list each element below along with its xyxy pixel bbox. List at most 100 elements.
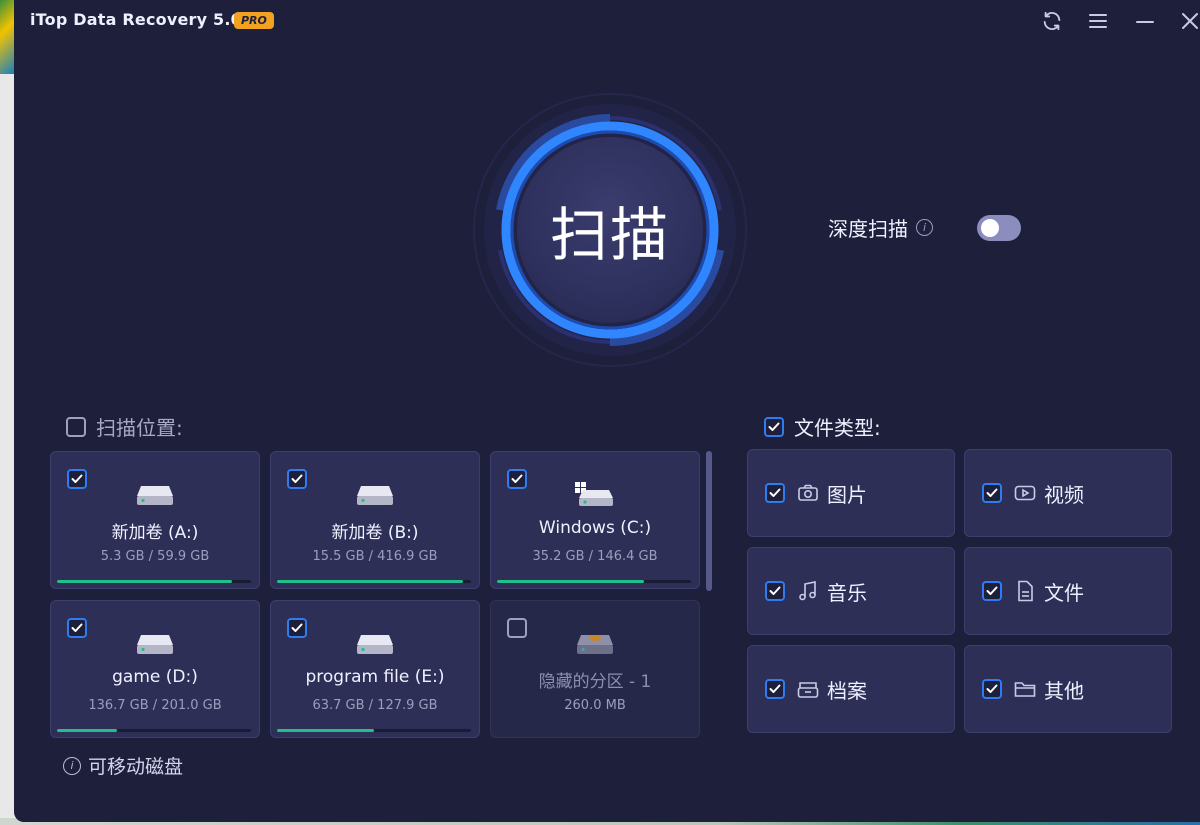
hard-drive-icon — [357, 635, 393, 654]
menu-button[interactable] — [1084, 8, 1112, 34]
file-type-pictures[interactable]: 图片 — [747, 449, 955, 537]
removable-disk-link[interactable]: i 可移动磁盘 — [63, 752, 183, 779]
drive-checkbox[interactable] — [287, 618, 307, 638]
scan-location-checkbox[interactable] — [66, 416, 86, 437]
refresh-icon — [1043, 11, 1061, 31]
drive-size: 260.0 MB — [564, 698, 626, 713]
file-type-label: 图片 — [827, 482, 867, 507]
file-type-music[interactable]: 音乐 — [747, 547, 955, 635]
hard-drive-icon — [357, 486, 393, 505]
drive-name: game (D:) — [112, 667, 198, 687]
checkmark-icon — [769, 684, 781, 693]
drive-size: 15.5 GB / 416.9 GB — [312, 549, 438, 564]
file-types-header: 文件类型: — [764, 412, 881, 441]
checkmark-icon — [511, 474, 523, 483]
drive-checkbox[interactable] — [507, 618, 527, 638]
checkmark-icon — [768, 422, 780, 431]
close-button[interactable] — [1176, 8, 1200, 34]
hidden-partition-icon — [577, 635, 613, 654]
drive-card-b[interactable]: 新加卷 (B:) 15.5 GB / 416.9 GB — [270, 451, 480, 589]
drive-list: 新加卷 (A:) 5.3 GB / 59.9 GB 新加卷 (B:) 15.5 … — [50, 451, 702, 741]
drive-card-e[interactable]: program file (E:) 63.7 GB / 127.9 GB — [270, 600, 480, 738]
checkmark-icon — [291, 623, 303, 632]
drive-checkbox[interactable] — [67, 469, 87, 489]
file-type-videos[interactable]: 视频 — [964, 449, 1172, 537]
hamburger-menu-icon — [1089, 14, 1107, 28]
drive-list-scrollbar[interactable] — [706, 451, 712, 739]
pro-badge: PRO — [234, 12, 274, 29]
drive-name: 新加卷 (A:) — [111, 523, 199, 543]
drive-checkbox[interactable] — [67, 618, 87, 638]
archive-icon — [797, 678, 819, 700]
file-types-checkbox[interactable] — [764, 416, 784, 437]
checkmark-icon — [71, 623, 83, 632]
app-title: iTop Data Recovery 5.0 — [30, 10, 242, 29]
deep-scan-label: 深度扫描 — [828, 216, 908, 241]
file-type-checkbox[interactable] — [982, 581, 1002, 601]
hard-drive-icon — [137, 486, 173, 505]
file-type-label: 视频 — [1044, 482, 1084, 507]
scan-location-header: 扫描位置: — [66, 412, 183, 441]
checkmark-icon — [769, 586, 781, 595]
file-type-checkbox[interactable] — [982, 483, 1002, 503]
drive-usage-fill — [277, 729, 374, 732]
camera-icon — [797, 482, 819, 504]
file-type-documents[interactable]: 文件 — [964, 547, 1172, 635]
info-icon: i — [63, 756, 81, 775]
drive-size: 5.3 GB / 59.9 GB — [100, 549, 210, 564]
scan-button[interactable]: 扫描 — [517, 137, 703, 323]
checkmark-icon — [769, 488, 781, 497]
drive-name: program file (E:) — [305, 667, 445, 687]
toggle-knob — [981, 219, 999, 237]
title-bar: iTop Data Recovery 5.0 PRO — [14, 0, 1200, 44]
scan-dial: 扫描 — [470, 90, 750, 370]
close-icon — [1182, 13, 1198, 29]
hard-drive-icon — [137, 635, 173, 654]
file-type-checkbox[interactable] — [765, 483, 785, 503]
file-type-label: 档案 — [827, 678, 867, 703]
refresh-button[interactable] — [1038, 8, 1066, 34]
file-types-grid: 图片 视频 音乐 文件 档案 其他 — [747, 449, 1173, 733]
checkmark-icon — [986, 586, 998, 595]
file-type-checkbox[interactable] — [765, 679, 785, 699]
scan-location-label: 扫描位置: — [96, 416, 183, 440]
music-note-icon — [797, 580, 819, 602]
minimize-icon — [1136, 21, 1154, 23]
checkmark-icon — [986, 684, 998, 693]
scan-button-label: 扫描 — [549, 201, 670, 269]
drive-usage-bar — [57, 729, 251, 732]
deep-scan-setting: 深度扫描 i — [828, 212, 1021, 242]
minimize-button[interactable] — [1131, 8, 1159, 34]
drive-usage-bar — [277, 729, 471, 732]
desktop-thumbnail — [0, 0, 14, 74]
drive-usage-bar — [57, 580, 251, 583]
file-type-others[interactable]: 其他 — [964, 645, 1172, 733]
file-type-archives[interactable]: 档案 — [747, 645, 955, 733]
file-type-checkbox[interactable] — [982, 679, 1002, 699]
drive-name: 新加卷 (B:) — [331, 523, 419, 543]
drive-checkbox[interactable] — [507, 469, 527, 489]
drive-card-c[interactable]: Windows (C:) 35.2 GB / 146.4 GB — [490, 451, 700, 589]
drive-name: Windows (C:) — [538, 518, 652, 538]
drive-usage-bar — [277, 580, 471, 583]
drive-size: 35.2 GB / 146.4 GB — [532, 549, 658, 564]
drive-size: 136.7 GB / 201.0 GB — [88, 698, 222, 713]
drive-card-d[interactable]: game (D:) 136.7 GB / 201.0 GB — [50, 600, 260, 738]
drive-card-a[interactable]: 新加卷 (A:) 5.3 GB / 59.9 GB — [50, 451, 260, 589]
drive-card-hidden-partition[interactable]: 隐藏的分区 - 1 260.0 MB — [490, 600, 700, 738]
drive-usage-fill — [57, 580, 232, 583]
scrollbar-thumb[interactable] — [706, 451, 712, 591]
drive-checkbox[interactable] — [287, 469, 307, 489]
drive-usage-fill — [497, 580, 645, 583]
checkmark-icon — [71, 474, 83, 483]
file-type-checkbox[interactable] — [765, 581, 785, 601]
file-type-label: 其他 — [1044, 678, 1084, 703]
file-types-label: 文件类型: — [794, 416, 881, 440]
folder-icon — [1014, 678, 1036, 700]
removable-disk-label: 可移动磁盘 — [88, 756, 184, 778]
windows-drive-icon — [575, 482, 613, 506]
deep-scan-toggle[interactable] — [977, 215, 1021, 241]
info-icon[interactable]: i — [916, 218, 933, 236]
drive-name: 隐藏的分区 - 1 — [538, 672, 652, 692]
checkmark-icon — [291, 474, 303, 483]
